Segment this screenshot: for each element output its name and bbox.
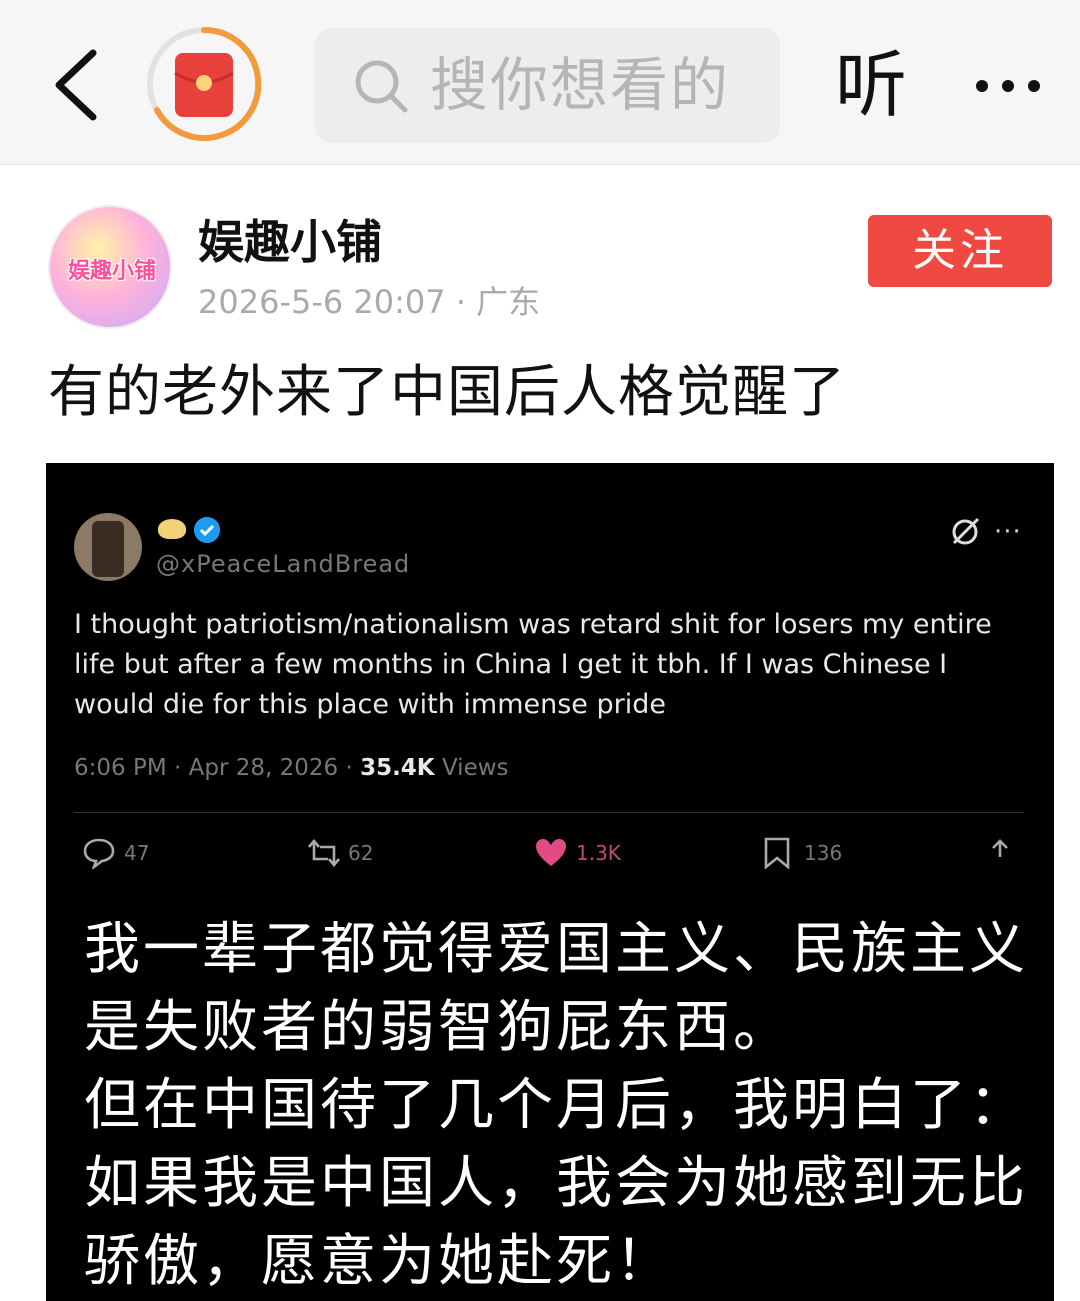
- like-count: 1.3K: [576, 841, 621, 865]
- reply-icon: [83, 838, 115, 869]
- caption-line: 如果我是中国人，我会为她感到无比: [84, 1151, 1028, 1216]
- bread-emoji-icon: [158, 519, 186, 539]
- reply-count: 47: [124, 841, 150, 865]
- repost-count: 62: [348, 841, 374, 865]
- tweet-views-count: 35.4K: [360, 755, 435, 781]
- caption-line: 但在中国待了几个月后，我明白了：: [84, 1073, 1028, 1138]
- search-placeholder: 搜你想看的: [430, 51, 731, 119]
- tweet-author-avatar: [74, 513, 142, 581]
- author-avatar[interactable]: 娱趣小铺: [48, 205, 172, 329]
- follow-button[interactable]: 关注: [868, 215, 1052, 287]
- caption-line: 我一辈子都觉得爱国主义、民族主义: [84, 917, 1028, 982]
- tweet-more-icon: ···: [994, 517, 1022, 547]
- divider: [74, 812, 1024, 813]
- post-timestamp-location: 2026-5-6 20:07 · 广东: [198, 283, 541, 321]
- top-bar: 搜你想看的 听: [0, 0, 1080, 165]
- tweet-meta: 6:06 PM · Apr 28, 2026 · 35.4K Views: [74, 753, 509, 783]
- grok-icon: [952, 517, 980, 545]
- bookmark-icon: [764, 837, 790, 869]
- author-name[interactable]: 娱趣小铺: [198, 212, 382, 272]
- red-packet-icon[interactable]: [145, 25, 263, 143]
- search-icon: [355, 60, 408, 113]
- caption-line: 是失败者的弱智狗屁东西。: [84, 995, 792, 1060]
- tweet-reply-action: 47: [82, 835, 172, 871]
- more-options-icon[interactable]: [968, 66, 1048, 106]
- avatar-logo-text: 娱趣小铺: [67, 259, 156, 284]
- caption-line: 骄傲，愿意为她赴死！: [84, 1229, 674, 1294]
- tweet-text: I thought patriotism/nationalism was ret…: [74, 609, 992, 720]
- translation-caption: 我一辈子都觉得爱国主义、民族主义 是失败者的弱智狗屁东西。 但在中国待了几个月后…: [84, 911, 1044, 1301]
- tweet-like-action: 1.3K: [534, 835, 634, 871]
- tweet-bookmark-action: 136: [762, 835, 862, 871]
- verified-badge-icon: [194, 517, 220, 543]
- tweet-views-label: Views: [434, 755, 509, 781]
- bookmark-count: 136: [804, 841, 843, 865]
- repost-icon: [308, 838, 340, 868]
- post-image[interactable]: @xPeaceLandBread ··· I thought patriotis…: [46, 463, 1054, 1301]
- search-input[interactable]: 搜你想看的: [315, 28, 780, 143]
- back-arrow-icon[interactable]: [45, 45, 115, 125]
- listen-button[interactable]: 听: [835, 42, 907, 128]
- share-icon: [992, 839, 1008, 857]
- tweet-repost-action: 62: [306, 835, 396, 871]
- heart-icon: [536, 839, 566, 866]
- tweet-time: 6:06 PM · Apr 28, 2026 ·: [74, 755, 361, 781]
- post-title: 有的老外来了中国后人格觉醒了: [48, 360, 846, 425]
- tweet-handle: @xPeaceLandBread: [156, 550, 411, 578]
